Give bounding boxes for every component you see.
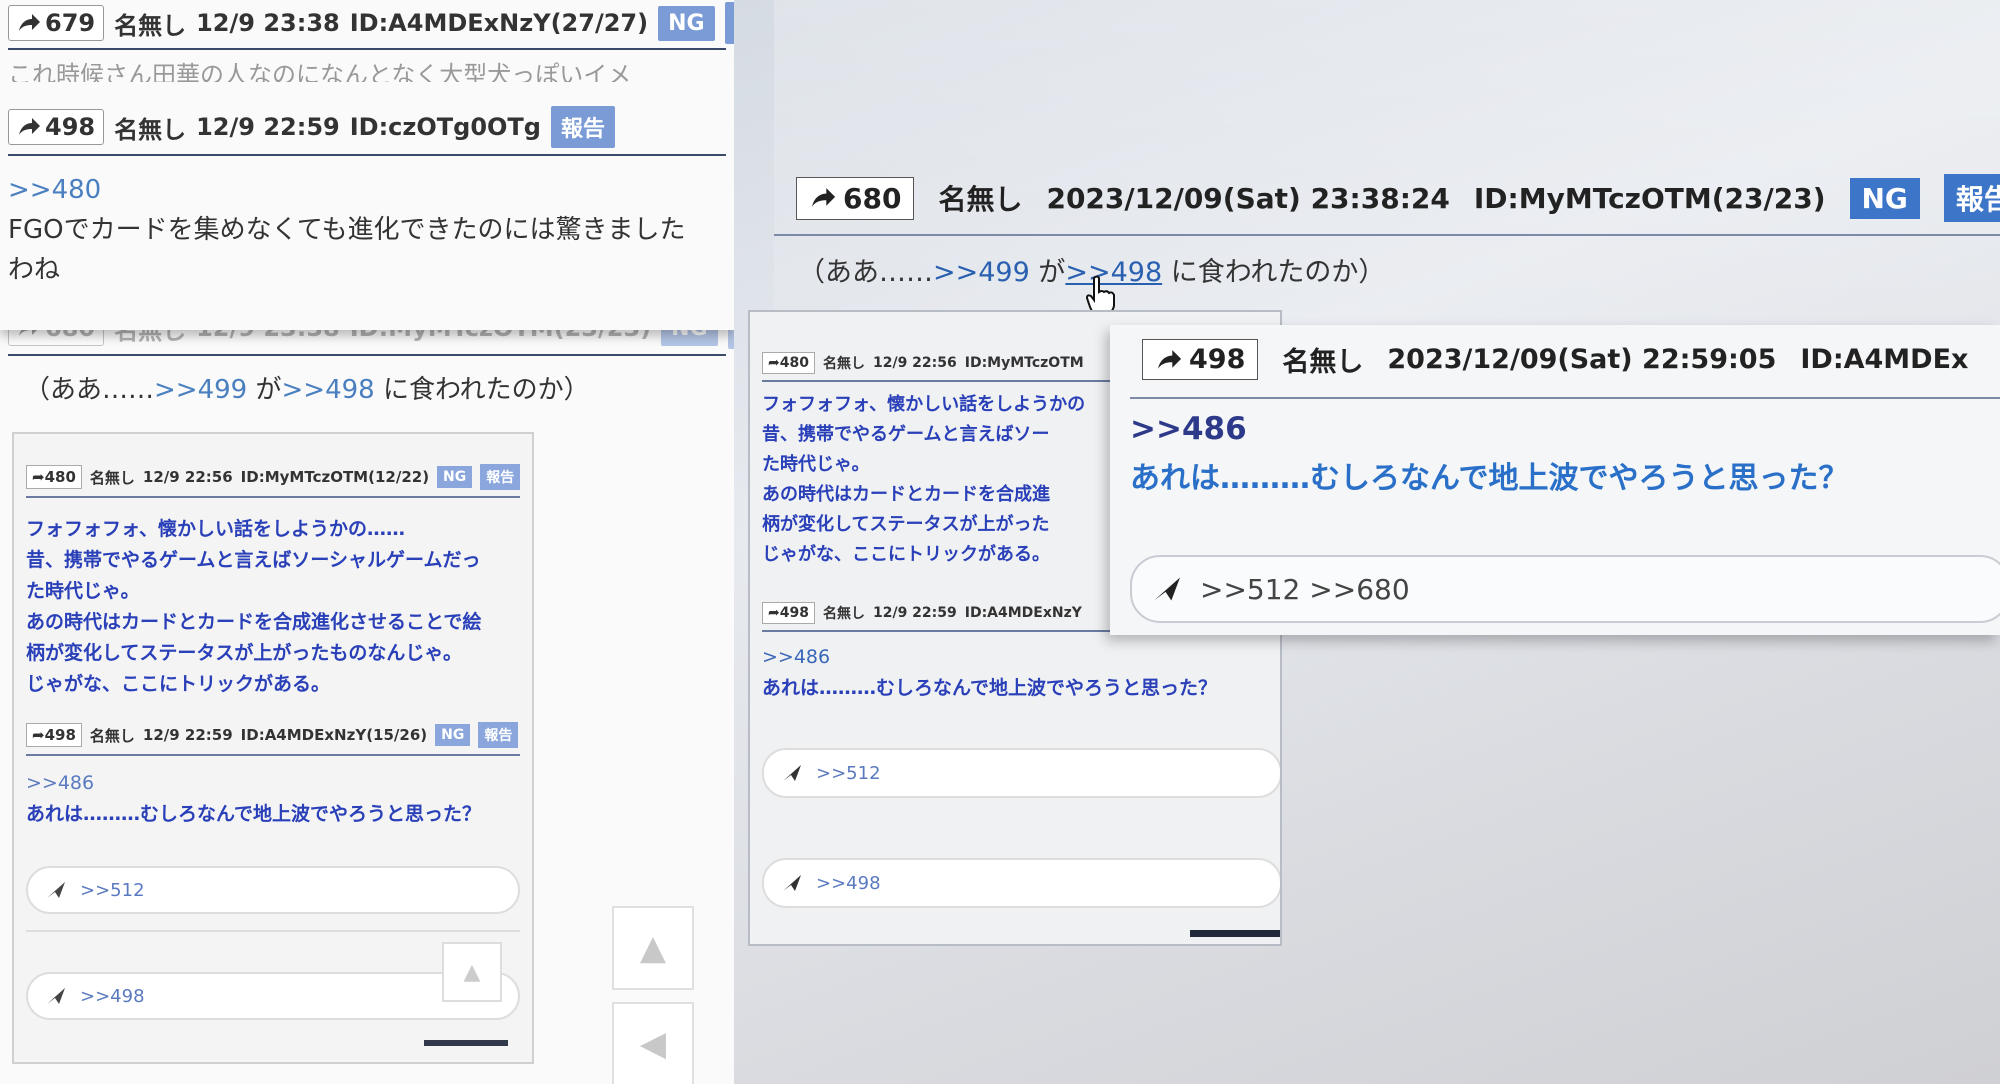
res-number-button[interactable]: 498 <box>1142 339 1259 380</box>
post-498-header: 498 名無し 12/9 22:59 ID:czOTg0OTg 報告 <box>8 104 615 150</box>
post-datetime: 12/9 22:59 <box>196 113 340 141</box>
paper-plane-icon <box>783 875 801 891</box>
anchor-hover-popup: 498 名無し 2023/12/09(Sat) 22:59:05 ID:A4MD… <box>1110 325 2000 635</box>
anchor-link[interactable]: >>480 <box>8 170 686 210</box>
inner-post-480-body: フォフォフォ、懐かしい話をしようかの 昔、携帯でやるゲームと言えばソー た時代じ… <box>762 394 1086 565</box>
paper-plane-icon <box>47 882 65 898</box>
anchor-link[interactable]: >>486 <box>1130 411 1247 447</box>
res-number-button[interactable]: 679 <box>8 5 105 41</box>
report-button[interactable]: 報告 <box>724 2 734 44</box>
embedded-screenshot-image[interactable]: ➦480 名無し 12/9 22:56 ID:MyMTczOTM(12/22) … <box>12 432 534 1064</box>
poster-name: 名無し <box>114 115 187 144</box>
report-button[interactable]: 報告 <box>550 106 615 148</box>
reply-arrow-icon <box>19 118 40 135</box>
left-phone-screenshot: 680 名無し 12/9 23:38 ID:MyMTczOTM(23/23) N… <box>0 0 734 1084</box>
reply-arrow-icon <box>1158 349 1182 369</box>
inner-scroll-indicator <box>1190 930 1280 937</box>
embed-post-498-body: >>486 あれは………むしろなんで地上波でやろうと思った？ <box>26 772 482 825</box>
monitor-photo: 680 名無し 2023/12/09(Sat) 23:38:24 ID:MyMT… <box>734 0 2000 1084</box>
poster-id: ID:MyMTczOTM(23/23) <box>1473 181 1826 215</box>
inner-post-498-body: >>486 あれは………むしろなんで地上波でやろうと思った？ <box>762 646 1218 699</box>
embed-post-498-header: ➦498 名無し 12/9 22:59 ID:A4MDExNzY(15/26) … <box>26 720 526 750</box>
anchor-link[interactable]: >>499 <box>933 257 1030 288</box>
res-number-button[interactable]: 498 <box>8 109 105 145</box>
poster-id: ID:A4MDExNzY(27/27) <box>349 9 649 37</box>
popup-post-text: あれは………むしろなんで地上波でやろうと思った？ <box>1130 461 1849 496</box>
post-datetime: 2023/12/09(Sat) 22:59:05 <box>1387 344 1777 375</box>
poster-id: ID:A4MDEx <box>1800 344 1969 375</box>
post-680-body: （ああ……>>499 が>>498 に食われたのか） <box>24 375 590 405</box>
chevron-up-icon: ▲ <box>639 928 667 968</box>
post-498-body: >>480 FGOでカードを集めなくても進化できたのには驚きました わね <box>8 170 686 290</box>
paper-plane-icon <box>47 988 65 1004</box>
popup-reply-bar[interactable]: >>512 >>680 <box>1130 555 2000 623</box>
report-button[interactable]: 報告 <box>1943 174 2000 222</box>
ng-button[interactable]: NG <box>658 5 715 41</box>
inner-reply-bar: >>498 <box>762 858 1280 908</box>
paper-plane-icon <box>783 765 801 781</box>
reply-arrow-icon <box>812 188 836 207</box>
divider <box>8 48 726 50</box>
anchor-link[interactable]: >>499 <box>154 375 247 405</box>
poster-name: 名無し <box>114 11 187 40</box>
post-679-cut-text: これ時候さん田華の人なのになんとなく大型犬っぽいイメ <box>8 61 632 82</box>
post-679-header: 679 名無し 12/9 23:38 ID:A4MDExNzY(27/27) N… <box>8 0 734 46</box>
divider <box>774 234 2000 236</box>
divider <box>8 154 726 156</box>
scroll-up-button[interactable]: ▲ <box>612 906 694 990</box>
paper-plane-icon <box>1154 577 1180 601</box>
embed-post-480-header: ➦480 名無し 12/9 22:56 ID:MyMTczOTM(12/22) … <box>26 462 521 492</box>
inner-reply-bar: >>512 <box>762 748 1280 798</box>
divider <box>8 354 726 356</box>
poster-id: ID:czOTg0OTg <box>349 113 541 141</box>
anchor-popup: 679 名無し 12/9 23:38 ID:A4MDExNzY(27/27) N… <box>0 0 734 330</box>
embed-post-480-body: フォフォフォ、懐かしい話をしようかの…… 昔、携帯でやるゲームと言えばソーシャル… <box>26 518 482 695</box>
ng-button[interactable]: NG <box>1849 177 1920 219</box>
popup-post-498-header: 498 名無し 2023/12/09(Sat) 22:59:05 ID:A4MD… <box>1142 339 1968 380</box>
embed-reply-bar: >>512 <box>26 866 520 914</box>
chevron-left-icon: ◀ <box>639 1024 667 1064</box>
anchor-link[interactable]: >>498 <box>282 375 375 405</box>
post-680-header: 680 名無し 2023/12/09(Sat) 23:38:24 ID:MyMT… <box>796 174 2000 222</box>
reply-arrow-icon <box>19 14 40 31</box>
post-datetime: 12/9 23:38 <box>196 9 340 37</box>
embed-scroll-indicator <box>424 1040 508 1046</box>
poster-name: 名無し <box>1282 347 1364 378</box>
embed-scroll-up-icon: ▲ <box>442 942 502 1002</box>
back-button[interactable]: ◀ <box>612 1002 694 1084</box>
post-datetime: 2023/12/09(Sat) 23:38:24 <box>1046 181 1450 215</box>
res-number-button[interactable]: 680 <box>796 176 915 220</box>
poster-name: 名無し <box>938 183 1023 216</box>
